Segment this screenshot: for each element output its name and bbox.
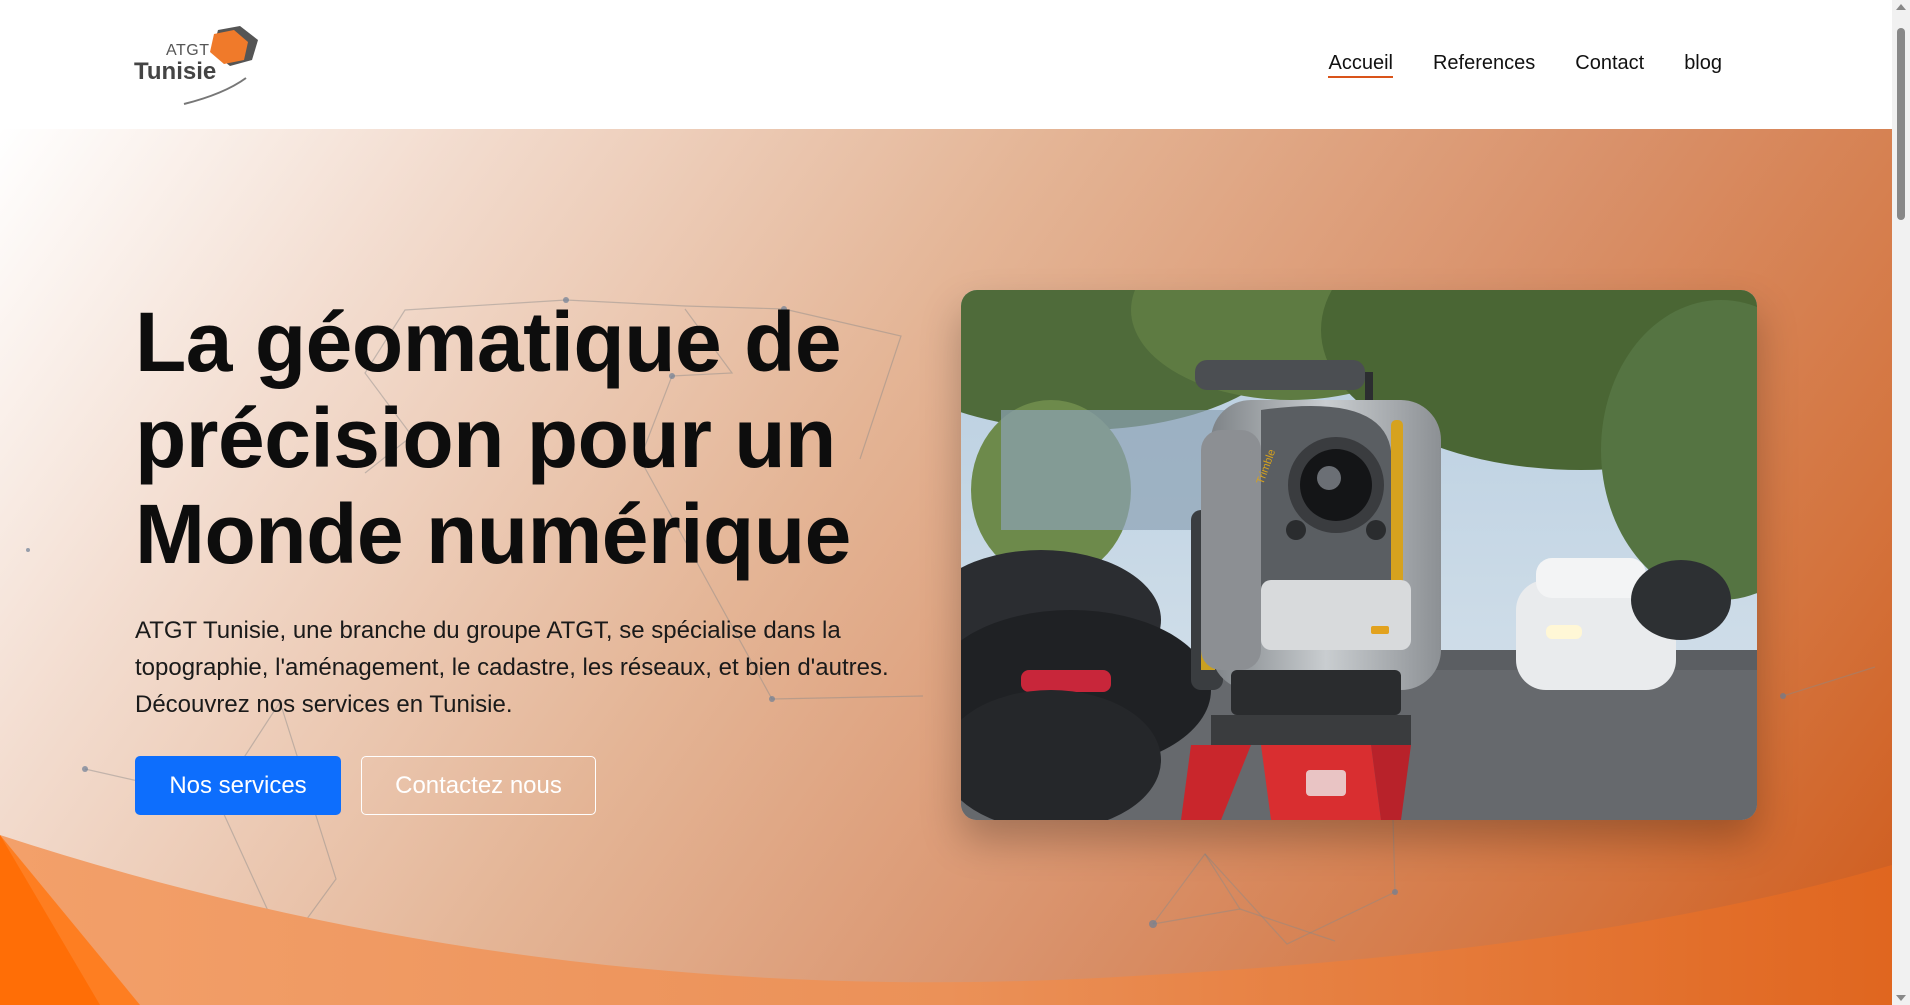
hero-title: La géomatique de précision pour un Monde…	[135, 294, 895, 582]
nos-services-button[interactable]: Nos services	[135, 756, 341, 815]
scrollbar-thumb[interactable]	[1897, 28, 1905, 220]
hero-description-line: topographie, l'aménagement, le cadastre,…	[135, 654, 889, 681]
hero-section: La géomatique de précision pour un Monde…	[0, 129, 1892, 1005]
total-station-photo: Trimble	[961, 290, 1757, 820]
main-nav: Accueil References Contact blog	[1328, 52, 1722, 78]
hero-title-line: La géomatique de	[135, 295, 842, 389]
atgt-tunisie-logo[interactable]: ATGT Tunisie	[134, 22, 260, 106]
hero-title-line: précision pour un	[135, 391, 836, 485]
site-header: ATGT Tunisie Accueil References Contact …	[0, 0, 1892, 129]
contactez-nous-button[interactable]: Contactez nous	[361, 756, 596, 815]
nav-accueil[interactable]: Accueil	[1328, 52, 1393, 78]
hero-description-line: Découvrez nos services en Tunisie.	[135, 691, 513, 718]
scroll-down-arrow-icon[interactable]	[1896, 995, 1906, 1001]
surveying-instrument-image: Trimble	[961, 290, 1757, 820]
hero-description: ATGT Tunisie, une branche du groupe ATGT…	[135, 612, 935, 723]
logo-text-tunisie: Tunisie	[134, 58, 217, 85]
page-scrollbar[interactable]	[1892, 0, 1910, 1005]
nav-contact[interactable]: Contact	[1575, 52, 1644, 78]
nav-blog[interactable]: blog	[1684, 52, 1722, 78]
scroll-up-arrow-icon[interactable]	[1896, 4, 1906, 10]
hero-title-line: Monde numérique	[135, 487, 851, 581]
hero-description-line: ATGT Tunisie, une branche du groupe ATGT…	[135, 617, 841, 644]
nav-references[interactable]: References	[1433, 52, 1535, 78]
